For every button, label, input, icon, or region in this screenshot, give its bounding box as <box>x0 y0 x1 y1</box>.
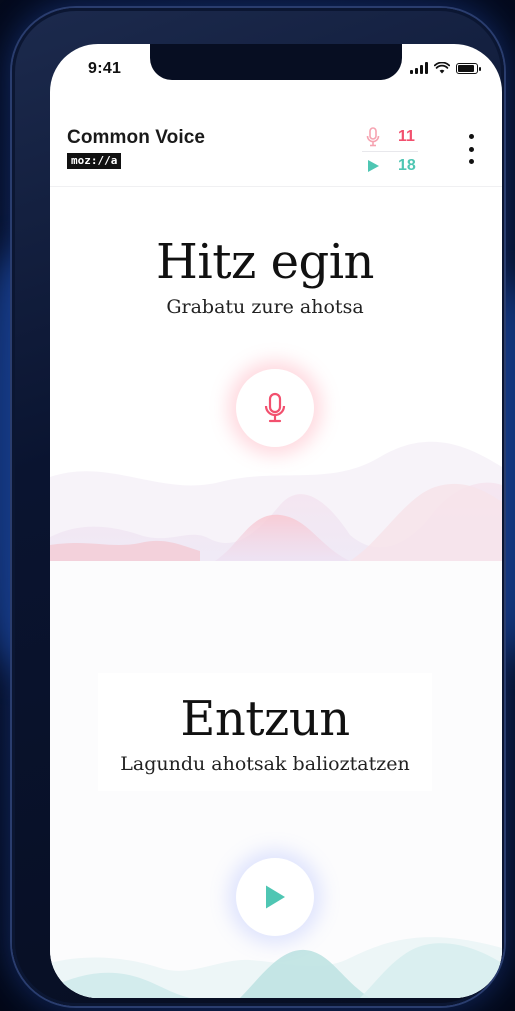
validated-stat: 18 <box>362 153 422 179</box>
speak-title-box: Hitz egin Grabatu zure ahotsa <box>98 220 432 338</box>
play-button[interactable] <box>236 858 314 936</box>
listen-subtitle: Lagundu ahotsak balioztatzen <box>120 753 410 775</box>
phone-notch <box>150 44 402 80</box>
contribution-stats[interactable]: 11 18 <box>362 124 422 179</box>
app-header: Common Voice moz://a 11 18 <box>50 116 502 187</box>
status-icons <box>410 62 481 74</box>
speak-subtitle: Grabatu zure ahotsa <box>166 296 364 318</box>
play-icon <box>266 885 285 909</box>
signal-icon <box>410 62 428 74</box>
app-screen: 9:41 Common Voice moz://a 11 18 Hitz egi… <box>50 44 502 998</box>
validated-count: 18 <box>398 157 416 174</box>
listen-section[interactable]: Entzun Lagundu ahotsak balioztatzen <box>50 561 502 998</box>
recorded-stat: 11 <box>362 124 422 150</box>
speak-section[interactable]: Hitz egin Grabatu zure ahotsa <box>50 187 502 561</box>
mic-icon <box>362 127 384 147</box>
phone-frame: 9:41 Common Voice moz://a 11 18 Hitz egi… <box>12 8 504 1006</box>
status-time: 9:41 <box>88 60 122 77</box>
wifi-icon <box>434 62 450 74</box>
record-button[interactable] <box>236 369 314 447</box>
mozilla-logo: moz://a <box>67 153 122 169</box>
listen-title-box: Entzun Lagundu ahotsak balioztatzen <box>98 673 432 791</box>
app-title[interactable]: Common Voice <box>67 127 205 149</box>
kebab-menu-icon[interactable] <box>466 134 476 164</box>
mic-icon <box>264 392 286 423</box>
stats-divider <box>362 151 418 152</box>
listen-title: Entzun <box>180 691 350 747</box>
speak-waveform <box>50 441 502 561</box>
recorded-count: 11 <box>398 128 415 145</box>
battery-icon <box>456 62 481 74</box>
speak-title: Hitz egin <box>156 234 374 290</box>
play-icon <box>362 159 384 173</box>
